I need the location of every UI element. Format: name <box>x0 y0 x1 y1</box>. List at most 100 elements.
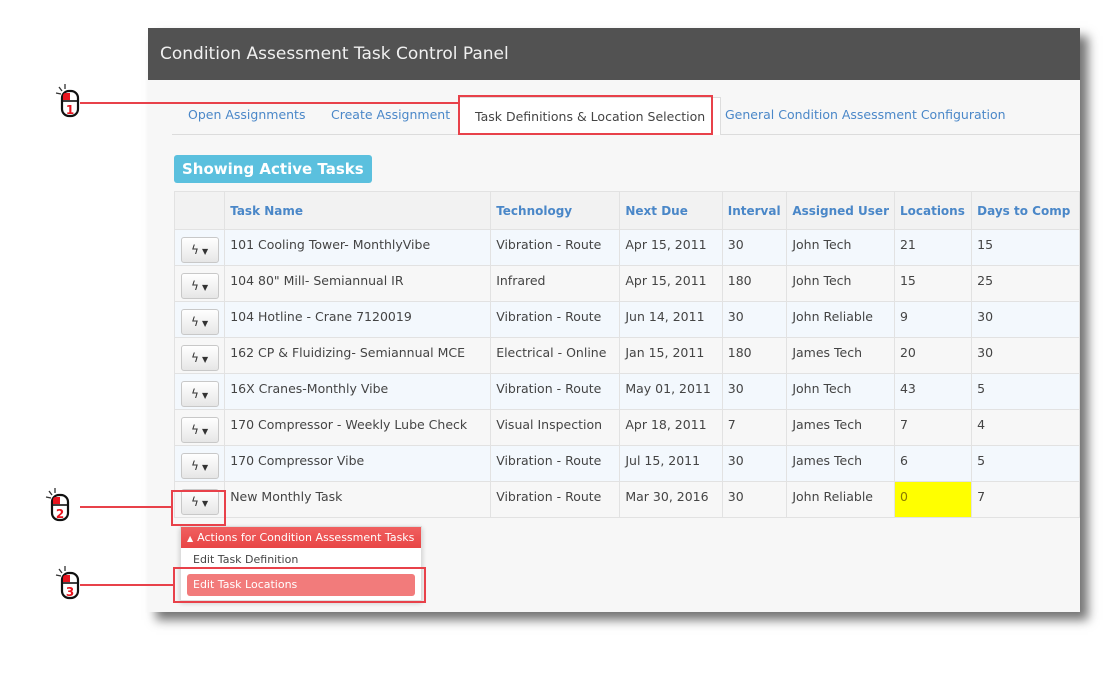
locations-cell: 0 <box>893 481 973 518</box>
bolt-icon: ϟ <box>191 314 199 329</box>
bolt-icon: ϟ <box>191 422 199 437</box>
locations-cell: 43 <box>893 373 973 410</box>
next-due-cell: Apr 18, 2011 <box>619 409 723 446</box>
callout-3-line <box>80 584 174 586</box>
col-assigned-user[interactable]: Assigned User <box>786 191 895 230</box>
next-due-cell: Jun 14, 2011 <box>619 301 723 338</box>
locations-cell: 7 <box>893 409 973 446</box>
interval-cell: 30 <box>721 229 788 266</box>
actions-cell: ϟ ▼ <box>173 409 226 446</box>
caret-down-icon: ▼ <box>201 390 209 400</box>
caret-down-icon: ▼ <box>201 462 209 472</box>
tab-general-configuration[interactable]: General Condition Assessment Configurati… <box>725 96 1006 134</box>
callout-2-highlight <box>171 490 226 526</box>
table-row: ϟ ▼ 101 Cooling Tower- MonthlyVibe Vibratio… <box>173 229 1080 266</box>
interval-cell: 30 <box>721 481 788 518</box>
callout-1-line <box>80 102 460 104</box>
bolt-icon: ϟ <box>191 386 199 401</box>
table-header-row: Task Name Technology Next Due Interval A… <box>173 191 1080 230</box>
col-task-name[interactable]: Task Name <box>224 191 492 230</box>
table-row: ϟ ▼ 104 Hotline - Crane 7120019 Vibration -… <box>173 301 1080 338</box>
days-to-complete-cell: 5 <box>971 373 1080 410</box>
assigned-user-cell: James Tech <box>786 337 895 374</box>
actions-cell: ϟ ▼ <box>173 337 226 374</box>
svg-text:1: 1 <box>66 103 74 117</box>
next-due-cell: Apr 15, 2011 <box>619 265 723 302</box>
bolt-icon: ϟ <box>191 278 199 293</box>
mouse-click-icon-1: 1 <box>55 84 80 118</box>
row-actions-button[interactable]: ϟ ▼ <box>180 344 219 371</box>
col-days-to-complete[interactable]: Days to Comp <box>971 191 1080 230</box>
status-badge: Showing Active Tasks <box>174 155 372 183</box>
row-actions-button[interactable]: ϟ ▼ <box>180 308 219 335</box>
table-row: ϟ ▼ 16X Cranes-Monthly Vibe Vibration - Rou… <box>173 373 1080 410</box>
caret-down-icon: ▼ <box>201 318 209 328</box>
bolt-icon: ϟ <box>191 350 199 365</box>
dropdown-header: ▲ Actions for Condition Assessment Tasks <box>181 527 421 548</box>
row-actions-button[interactable]: ϟ ▼ <box>180 380 219 407</box>
interval-cell: 30 <box>721 301 788 338</box>
locations-cell: 9 <box>893 301 973 338</box>
actions-cell: ϟ ▼ <box>173 229 226 266</box>
callout-2-line <box>80 506 172 508</box>
col-locations[interactable]: Locations <box>893 191 973 230</box>
callout-1-highlight <box>458 95 713 135</box>
bolt-icon: ϟ <box>191 458 199 473</box>
tasks-table: Task Name Technology Next Due Interval A… <box>173 191 1080 518</box>
row-actions-button[interactable]: ϟ ▼ <box>180 452 219 479</box>
interval-cell: 30 <box>721 373 788 410</box>
assigned-user-cell: James Tech <box>786 409 895 446</box>
days-to-complete-cell: 30 <box>971 337 1080 374</box>
interval-cell: 180 <box>721 337 788 374</box>
task-name-cell: 101 Cooling Tower- MonthlyVibe <box>224 229 492 266</box>
days-to-complete-cell: 30 <box>971 301 1080 338</box>
technology-cell: Visual Inspection <box>490 409 621 446</box>
technology-cell: Vibration - Route <box>490 229 621 266</box>
table-row: ϟ ▼ 170 Compressor - Weekly Lube Check Visu… <box>173 409 1080 446</box>
assigned-user-cell: John Tech <box>786 265 895 302</box>
mouse-click-icon-2: 2 <box>45 488 70 522</box>
table-row: ϟ ▼ 104 80" Mill- Semiannual IR Infrared Apr… <box>173 265 1080 302</box>
col-technology[interactable]: Technology <box>490 191 621 230</box>
mouse-click-icon-3: 3 <box>55 566 80 600</box>
actions-cell: ϟ ▼ <box>173 373 226 410</box>
technology-cell: Vibration - Route <box>490 481 621 518</box>
assigned-user-cell: John Tech <box>786 229 895 266</box>
task-name-cell: 16X Cranes-Monthly Vibe <box>224 373 492 410</box>
task-name-cell: 104 80" Mill- Semiannual IR <box>224 265 492 302</box>
caret-down-icon: ▼ <box>201 426 209 436</box>
panel-title: Condition Assessment Task Control Panel <box>148 28 1080 80</box>
next-due-cell: May 01, 2011 <box>619 373 723 410</box>
locations-cell: 6 <box>893 445 973 482</box>
svg-text:2: 2 <box>56 507 64 521</box>
table-row: ϟ ▼ 170 Compressor Vibe Vibration - Route Ju… <box>173 445 1080 482</box>
days-to-complete-cell: 15 <box>971 229 1080 266</box>
callout-3-highlight <box>173 567 426 603</box>
col-next-due[interactable]: Next Due <box>619 191 723 230</box>
row-actions-button[interactable]: ϟ ▼ <box>180 236 219 263</box>
assigned-user-cell: John Tech <box>786 373 895 410</box>
task-name-cell: 170 Compressor Vibe <box>224 445 492 482</box>
caret-down-icon: ▼ <box>201 354 209 364</box>
technology-cell: Infrared <box>490 265 621 302</box>
locations-cell: 15 <box>893 265 973 302</box>
actions-cell: ϟ ▼ <box>173 301 226 338</box>
bolt-icon: ϟ <box>191 242 199 257</box>
interval-cell: 180 <box>721 265 788 302</box>
days-to-complete-cell: 7 <box>971 481 1080 518</box>
row-actions-button[interactable]: ϟ ▼ <box>180 272 219 299</box>
technology-cell: Electrical - Online <box>490 337 621 374</box>
assigned-user-cell: John Reliable <box>786 481 895 518</box>
technology-cell: Vibration - Route <box>490 301 621 338</box>
table-row: ϟ ▼ 162 CP & Fluidizing- Semiannual MCE Ele… <box>173 337 1080 374</box>
actions-cell: ϟ ▼ <box>173 445 226 482</box>
days-to-complete-cell: 5 <box>971 445 1080 482</box>
next-due-cell: Apr 15, 2011 <box>619 229 723 266</box>
assigned-user-cell: James Tech <box>786 445 895 482</box>
interval-cell: 7 <box>721 409 788 446</box>
days-to-complete-cell: 4 <box>971 409 1080 446</box>
task-name-cell: New Monthly Task <box>224 481 492 518</box>
col-interval[interactable]: Interval <box>721 191 788 230</box>
row-actions-button[interactable]: ϟ ▼ <box>180 416 219 443</box>
technology-cell: Vibration - Route <box>490 373 621 410</box>
